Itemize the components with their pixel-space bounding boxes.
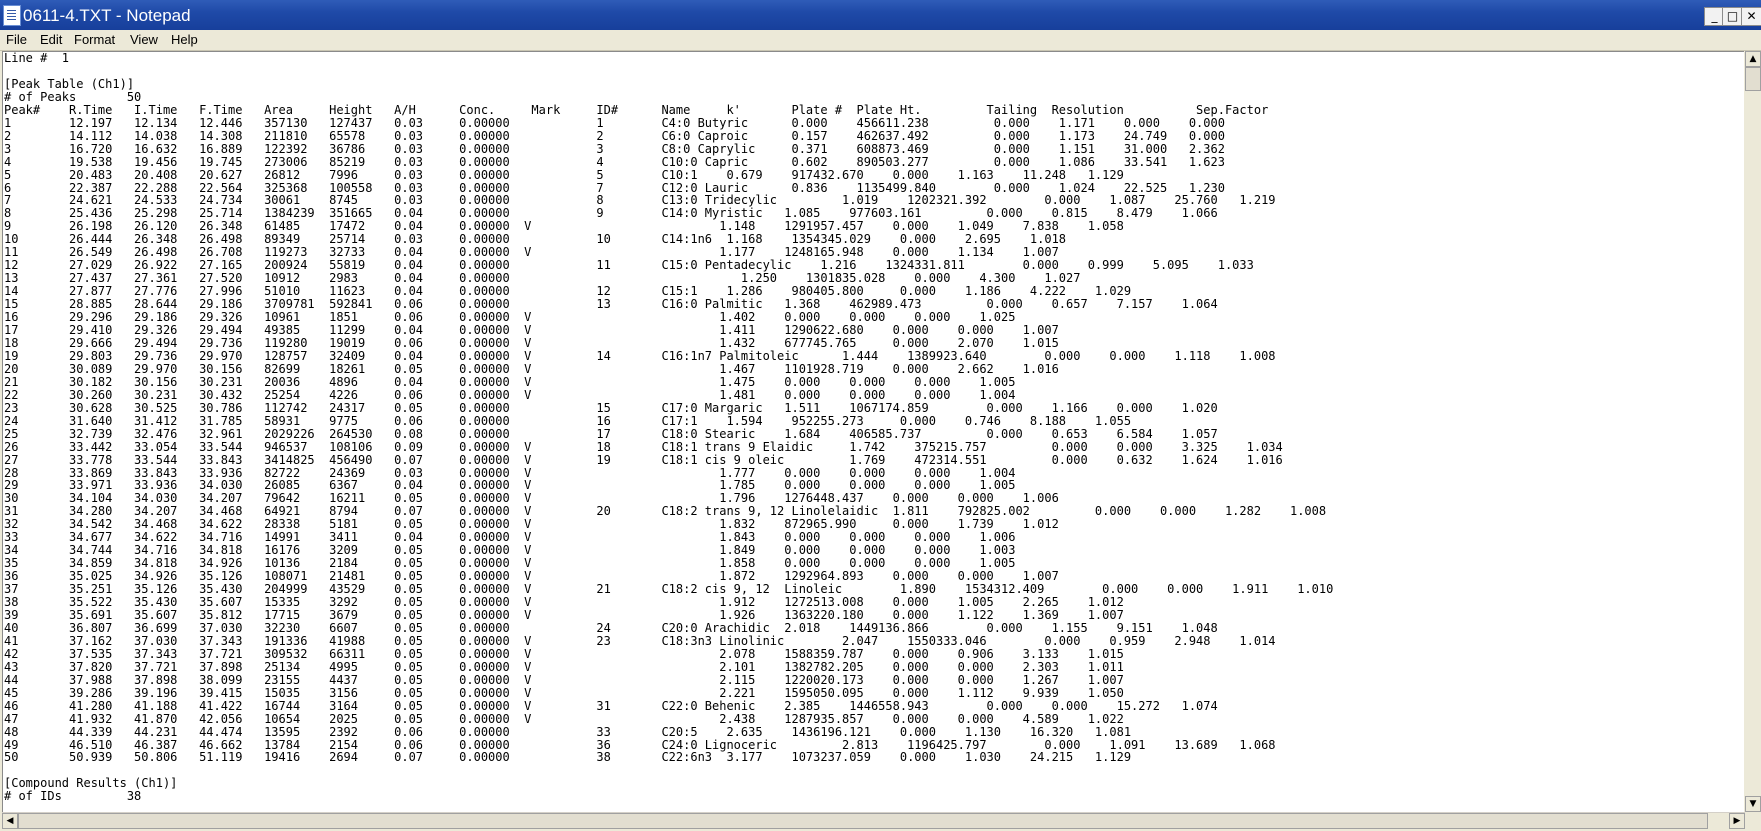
text-line: 28 33.869 33.843 33.936 82722 24369 0.03… [4,465,1016,480]
vertical-scroll-thumb[interactable] [1745,67,1761,91]
maximize-button[interactable]: □ [1722,7,1743,26]
text-line: 2 14.112 14.038 14.308 211810 65578 0.03… [4,128,1225,143]
text-line: [Compound Results (Ch1)] [4,776,178,791]
text-line: 22 30.260 30.231 30.432 25254 4226 0.06 … [4,387,1016,402]
text-line: 33 34.677 34.622 34.716 14991 3411 0.04 … [4,530,1016,545]
text-line: 5 20.483 20.408 20.627 26812 7996 0.03 0… [4,167,1124,182]
scroll-left-button[interactable]: ◀ [2,813,18,829]
menu-help[interactable]: Help [171,32,198,48]
text-line: 32 34.542 34.468 34.622 28338 5181 0.05 … [4,517,1059,532]
text-line: 25 32.739 32.476 32.961 2029226 264530 0… [4,426,1218,441]
text-line: 27 33.778 33.544 33.843 3414825 456490 0… [4,452,1283,467]
menu-view[interactable]: View [130,32,158,48]
text-line: 48 44.339 44.231 44.474 13595 2392 0.06 … [4,724,1132,739]
menu-bar: File Edit Format View Help [0,30,1761,51]
text-line: 13 27.437 27.361 27.520 10912 2983 0.04 … [4,271,1081,286]
text-line: 4 19.538 19.456 19.745 273006 85219 0.03… [4,154,1225,169]
vertical-scrollbar[interactable]: ▲ ▼ [1745,51,1761,812]
scroll-right-button[interactable]: ▶ [1729,813,1745,829]
text-line: 42 37.535 37.343 37.721 309532 66311 0.0… [4,646,1124,661]
text-line: 21 30.182 30.156 30.231 20036 4896 0.04 … [4,374,1016,389]
text-line: 38 35.522 35.430 35.607 15335 3292 0.05 … [4,595,1124,610]
horizontal-scrollbar[interactable]: ◀ ▶ [2,812,1745,830]
text-line: Peak# R.Time I.Time F.Time Area Height A… [4,102,1269,117]
text-line: 34 34.744 34.716 34.818 16176 3209 0.05 … [4,543,1016,558]
close-button[interactable]: ✕ [1741,7,1761,26]
text-line: 49 46.510 46.387 46.662 13784 2154 0.06 … [4,737,1276,752]
text-line: 41 37.162 37.030 37.343 191336 41988 0.0… [4,633,1276,648]
window-title: 0611-4.TXT - Notepad [23,6,191,25]
text-line: 11 26.549 26.498 26.708 119273 32733 0.0… [4,245,1059,260]
text-line: 16 29.296 29.186 29.326 10961 1851 0.06 … [4,310,1016,325]
text-line: 6 22.387 22.288 22.564 325368 100558 0.0… [4,180,1225,195]
notepad-icon [3,5,21,26]
text-line: 43 37.820 37.721 37.898 25134 4995 0.05 … [4,659,1124,674]
text-line: 18 29.666 29.494 29.736 119280 19019 0.0… [4,335,1059,350]
text-line: 26 33.442 33.054 33.544 946537 108106 0.… [4,439,1283,454]
text-line: 46 41.280 41.188 41.422 16744 3164 0.05 … [4,698,1218,713]
text-line: 47 41.932 41.870 42.056 10654 2025 0.05 … [4,711,1124,726]
horizontal-scroll-thumb[interactable] [18,813,1708,829]
text-line: 23 30.628 30.525 30.786 112742 24317 0.0… [4,400,1218,415]
scroll-up-button[interactable]: ▲ [1745,51,1761,67]
text-line: 20 30.089 29.970 30.156 82699 18261 0.05… [4,361,1059,376]
text-line: 12 27.029 26.922 27.165 200924 55819 0.0… [4,258,1254,273]
text-line: 50 50.939 50.806 51.119 19416 2694 0.07 … [4,750,1132,765]
text-line: 29 33.971 33.936 34.030 26085 6367 0.04 … [4,478,1016,493]
text-line: 7 24.621 24.533 24.734 30061 8745 0.03 0… [4,193,1276,208]
text-line: 1 12.197 12.134 12.446 357130 127437 0.0… [4,115,1225,130]
text-line: 40 36.807 36.699 37.030 32230 6607 0.05 … [4,620,1218,635]
text-line: # of IDs 38 [4,789,142,804]
menu-format[interactable]: Format [74,32,115,48]
text-line: 31 34.280 34.207 34.468 64921 8794 0.07 … [4,504,1327,519]
text-line: # of Peaks 50 [4,89,142,104]
text-line: 45 39.286 39.196 39.415 15035 3156 0.05 … [4,685,1124,700]
text-line: 8 25.436 25.298 25.714 1384239 351665 0.… [4,206,1218,221]
text-line: 9 26.198 26.120 26.348 61485 17472 0.04 … [4,219,1124,234]
text-line: 37 35.251 35.126 35.430 204999 43529 0.0… [4,582,1334,597]
text-line: 36 35.025 34.926 35.126 108071 21481 0.0… [4,569,1059,584]
text-line: 15 28.885 28.644 29.186 3709781 592841 0… [4,297,1218,312]
menu-edit[interactable]: Edit [40,32,62,48]
text-line: 24 31.640 31.412 31.785 58931 9775 0.06 … [4,413,1132,428]
text-line: 10 26.444 26.348 26.498 89349 25714 0.03… [4,232,1067,247]
scroll-down-button[interactable]: ▼ [1745,796,1761,812]
title-bar[interactable]: 0611-4.TXT - Notepad _ □ ✕ [0,0,1761,30]
text-editor-area[interactable]: Line # 1 [Peak Table (Ch1)] # of Peaks 5… [2,51,1744,813]
text-line: 44 37.988 37.898 38.099 23155 4437 0.05 … [4,672,1124,687]
menu-file[interactable]: File [6,32,27,48]
text-line: 14 27.877 27.776 27.996 51010 11623 0.04… [4,284,1132,299]
notepad-window: 0611-4.TXT - Notepad _ □ ✕ File Edit For… [0,0,1761,831]
text-line: 30 34.104 34.030 34.207 79642 16211 0.05… [4,491,1059,506]
text-line: 3 16.720 16.632 16.889 122392 36786 0.03… [4,141,1225,156]
text-line: 19 29.803 29.736 29.970 128757 32409 0.0… [4,348,1276,363]
text-line: 39 35.691 35.607 35.812 17715 3679 0.05 … [4,607,1124,622]
document-text[interactable]: Line # 1 [Peak Table (Ch1)] # of Peaks 5… [3,52,1744,803]
size-grip[interactable] [1745,812,1761,829]
text-line: 17 29.410 29.326 29.494 49385 11299 0.04… [4,323,1059,338]
text-line: Line # 1 [4,51,70,65]
text-line: [Peak Table (Ch1)] [4,76,135,91]
text-line: 35 34.859 34.818 34.926 10136 2184 0.05 … [4,556,1016,571]
